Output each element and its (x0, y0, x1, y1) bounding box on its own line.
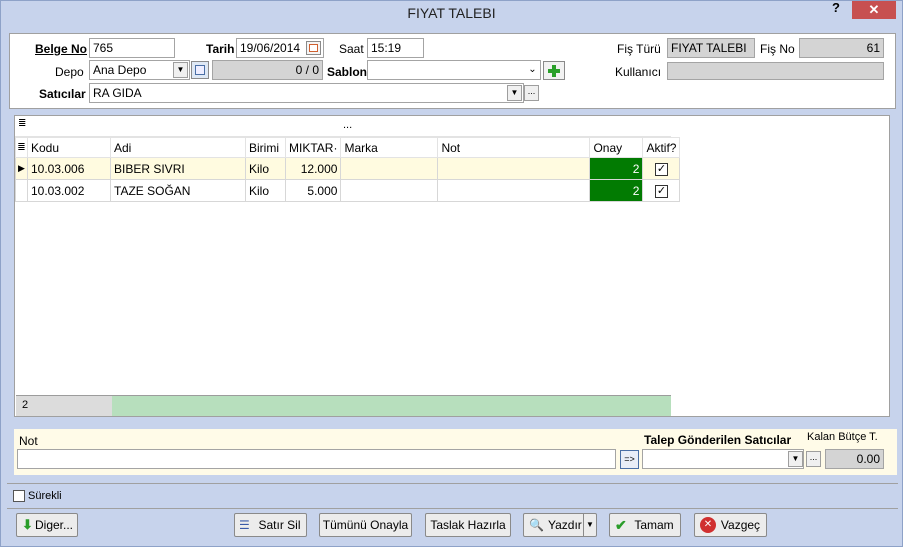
cell-adi[interactable]: BIBER SIVRI (110, 157, 246, 180)
fis-turu-label: Fiş Türü (617, 42, 661, 56)
depo-label: Depo (55, 65, 84, 79)
belge-no-field[interactable]: 765 (89, 38, 175, 58)
saat-label: Saat (339, 42, 364, 56)
checkmark-icon: ✔ (615, 517, 627, 533)
grid-table: ≣ Kodu Adi Birimi MIKTAR· Marka Not Onay… (15, 137, 681, 202)
cell-not[interactable] (437, 157, 591, 180)
group-text: ... (343, 119, 353, 131)
yazdir-button[interactable]: 🔍 Yazdır ▼ (523, 513, 597, 537)
kalan-label: Kalan Bütçe T. (807, 431, 878, 443)
taslak-hazirla-button[interactable]: Taslak Hazırla (425, 513, 511, 537)
row-count: 2 (16, 396, 112, 416)
group-menu-icon[interactable]: ≣ (18, 118, 26, 129)
cell-birimi[interactable]: Kilo (245, 179, 286, 202)
tamam-label: Tamam (634, 518, 674, 532)
col-onay[interactable]: Onay (589, 137, 644, 158)
aktif-checkbox[interactable]: ✓ (654, 163, 668, 176)
vazgec-label: Vazgeç (720, 518, 761, 532)
print-preview-icon: 🔍 (529, 518, 544, 532)
aktif-checkbox[interactable]: ✓ (654, 185, 668, 198)
sablon-chevron-icon[interactable]: ⌄ (526, 62, 539, 78)
saticilar-browse-button[interactable]: ... (524, 85, 539, 101)
cell-birimi[interactable]: Kilo (245, 157, 286, 180)
talep-browse-button[interactable]: ... (806, 451, 821, 467)
saticilar-combo[interactable]: RA GIDA (89, 83, 524, 103)
talep-dropdown-button[interactable]: ▼ (788, 451, 803, 467)
surekli-checkbox[interactable] (13, 490, 25, 502)
diger-button[interactable]: ⬇ Diger... (16, 513, 78, 537)
not-field[interactable] (17, 449, 616, 469)
table-row[interactable]: 10.03.002 TAZE SOĞAN Kilo 5.000 2 ✓ (15, 179, 681, 202)
grid-header-row: ≣ Kodu Adi Birimi MIKTAR· Marka Not Onay… (15, 137, 681, 158)
diger-label: Diger... (34, 518, 73, 532)
transfer-arrow-button[interactable]: => (620, 450, 639, 469)
column-chooser-icon[interactable]: ≣ (15, 137, 28, 158)
cell-marka[interactable] (340, 157, 439, 180)
col-miktar[interactable]: MIKTAR· (284, 137, 342, 158)
saticilar-dropdown-button[interactable]: ▼ (507, 85, 522, 101)
window-title: FIYAT TALEBI (407, 5, 496, 21)
arrow-down-icon: ⬇ (22, 517, 33, 532)
kullanici-field (667, 62, 884, 80)
cell-marka[interactable] (340, 179, 439, 202)
col-kodu[interactable]: Kodu (27, 137, 111, 158)
grid-footer: 2 (16, 395, 671, 416)
saat-field[interactable]: 15:19 (367, 38, 424, 58)
satir-sil-button[interactable]: ☰ Satır Sil (234, 513, 307, 537)
sablon-combo[interactable] (367, 60, 541, 80)
fis-no-label: Fiş No (760, 42, 795, 56)
col-adi[interactable]: Adi (110, 137, 246, 158)
help-button[interactable]: ? (832, 1, 852, 19)
kullanici-label: Kullanıcı (615, 65, 662, 79)
items-grid: ≣ ... ≣ Kodu Adi Birimi MIKTAR· Marka No… (14, 115, 890, 417)
group-panel: ≣ ... (15, 116, 671, 137)
cell-kodu[interactable]: 10.03.002 (27, 179, 111, 202)
title-bar: FIYAT TALEBI (1, 1, 902, 27)
belge-no-label: Belge No (35, 42, 88, 56)
cell-kodu[interactable]: 10.03.006 (27, 157, 111, 180)
yazdir-label: Yazdır (548, 518, 582, 532)
calendar-icon[interactable] (306, 41, 321, 55)
row-indicator-icon: ▶ (15, 157, 28, 180)
satir-sil-label: Satır Sil (258, 518, 301, 532)
col-aktif[interactable]: Aktif? (642, 137, 681, 158)
delete-row-icon: ☰ (239, 518, 250, 532)
col-birimi[interactable]: Birimi (245, 137, 286, 158)
talep-combo[interactable] (642, 449, 804, 469)
cell-miktar[interactable]: 5.000 (284, 179, 342, 202)
cell-onay[interactable]: 2 (589, 157, 644, 180)
talep-label: Talep Gönderilen Satıcılar (644, 433, 792, 447)
sablon-add-button[interactable] (543, 61, 565, 80)
divider (7, 483, 898, 484)
cell-adi[interactable]: TAZE SOĞAN (110, 179, 246, 202)
surekli-label: Sürekli (28, 490, 62, 502)
kalan-field: 0.00 (825, 449, 884, 469)
depo-dropdown-button[interactable]: ▼ (173, 62, 188, 78)
table-row[interactable]: ▶ 10.03.006 BIBER SIVRI Kilo 12.000 2 ✓ (15, 157, 681, 180)
depo-browse-icon[interactable] (191, 61, 209, 79)
fis-no-field: 61 (799, 38, 884, 58)
sablon-label: Sablon (327, 65, 368, 79)
cell-onay[interactable]: 2 (589, 179, 644, 202)
fis-turu-field: FIYAT TALEBI (667, 38, 755, 58)
saticilar-label: Satıcılar (39, 87, 86, 101)
depo-count-field: 0 / 0 (212, 60, 323, 80)
col-marka[interactable]: Marka (340, 137, 439, 158)
tarih-label: Tarih (206, 42, 235, 56)
vazgec-button[interactable]: ✕ Vazgeç (694, 513, 767, 537)
cell-miktar[interactable]: 12.000 (284, 157, 342, 180)
close-button[interactable]: ✕ (852, 1, 896, 19)
yazdir-dropdown-icon[interactable]: ▼ (583, 514, 596, 536)
tamam-button[interactable]: ✔ Tamam (609, 513, 681, 537)
not-label: Not (19, 434, 38, 448)
window: FIYAT TALEBI ? ✕ Belge No 765 Tarih 19/0… (0, 0, 903, 547)
cancel-icon: ✕ (700, 517, 716, 533)
tumunu-onayla-button[interactable]: Tümünü Onayla (319, 513, 412, 537)
col-not[interactable]: Not (437, 137, 591, 158)
cell-not[interactable] (437, 179, 591, 202)
divider (7, 508, 898, 509)
